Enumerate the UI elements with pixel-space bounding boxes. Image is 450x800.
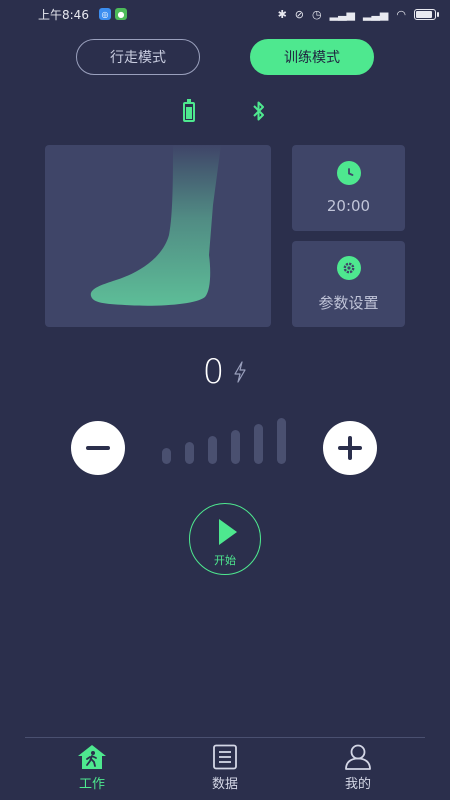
timer-value: 20:00 bbox=[326, 197, 371, 215]
foot-illustration-panel bbox=[45, 145, 271, 327]
status-time: 上午8:46 bbox=[38, 7, 89, 22]
wechat-icon: ● bbox=[114, 8, 127, 20]
level-bar bbox=[254, 424, 263, 464]
list-icon bbox=[213, 744, 237, 770]
home-walk-icon bbox=[78, 745, 106, 769]
plus-icon bbox=[338, 436, 362, 460]
nav-label-work: 工作 bbox=[78, 777, 105, 792]
nav-item-mine[interactable]: 我的 bbox=[318, 744, 398, 796]
alarm-icon: ◷ bbox=[312, 7, 322, 21]
status-icons: ✱ ⊘ ◷ ▂▃▅ ▂▃▅ ◠ bbox=[277, 7, 439, 21]
wifi-icon: ◠ bbox=[396, 7, 406, 21]
level-bar bbox=[162, 448, 171, 464]
device-status bbox=[0, 99, 450, 126]
lightning-icon bbox=[234, 361, 246, 383]
nav-item-data[interactable]: 数据 bbox=[185, 744, 265, 796]
timer-card[interactable]: 20:00 bbox=[292, 145, 405, 231]
settings-label: 参数设置 bbox=[318, 293, 379, 312]
nav-label-data: 数据 bbox=[211, 777, 238, 792]
minus-icon bbox=[86, 446, 110, 450]
level-bar bbox=[277, 418, 286, 464]
foot-image bbox=[90, 145, 221, 306]
level-bar bbox=[185, 442, 194, 464]
increase-button[interactable] bbox=[323, 421, 377, 475]
nav-divider bbox=[25, 737, 425, 738]
start-label: 开始 bbox=[214, 554, 236, 567]
signal-icon: ▂▃▅ bbox=[363, 7, 389, 21]
nav-item-work[interactable]: 工作 bbox=[52, 744, 132, 796]
decrease-button[interactable] bbox=[71, 421, 125, 475]
bluetooth-icon bbox=[253, 101, 264, 121]
bluetooth-status-icon: ✱ bbox=[277, 7, 287, 21]
browser-icon: ◎ bbox=[98, 8, 111, 20]
nav-label-mine: 我的 bbox=[344, 777, 371, 792]
user-icon bbox=[345, 744, 371, 770]
level-bar bbox=[208, 436, 217, 464]
tab-walk-mode[interactable]: 行走模式 bbox=[76, 39, 200, 75]
clock-icon bbox=[336, 161, 361, 185]
alarm-off-icon: ⊘ bbox=[294, 7, 304, 21]
status-bar: 上午8:46 ◎ ● ✱ ⊘ ◷ ▂▃▅ ▂▃▅ ◠ bbox=[0, 0, 450, 28]
intensity-value: 0 bbox=[202, 352, 225, 392]
intensity-level-bars bbox=[162, 414, 288, 464]
intensity-display: 0 bbox=[0, 352, 450, 392]
tab-train-mode[interactable]: 训练模式 bbox=[250, 39, 374, 75]
signal-icon: ▂▃▅ bbox=[329, 7, 355, 21]
level-bar bbox=[231, 430, 240, 464]
battery-icon bbox=[414, 8, 439, 20]
start-button[interactable]: 开始 bbox=[189, 503, 261, 575]
battery-icon bbox=[183, 99, 195, 122]
play-icon bbox=[219, 519, 237, 545]
settings-card[interactable]: 参数设置 bbox=[292, 241, 405, 327]
gear-icon bbox=[336, 255, 361, 280]
